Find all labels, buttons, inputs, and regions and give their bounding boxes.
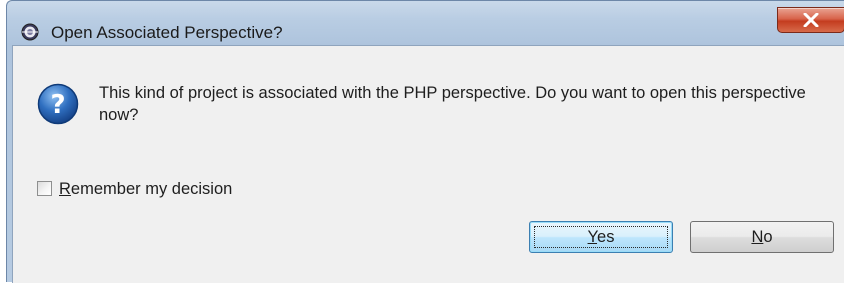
dialog-window: Open Associated Perspective? ? This kind… <box>6 0 844 283</box>
window-title: Open Associated Perspective? <box>51 23 283 42</box>
question-icon: ? <box>37 83 79 125</box>
mnemonic-r: R <box>59 180 71 198</box>
dialog-body: ? This kind of project is associated wit… <box>12 45 844 283</box>
title-bar[interactable]: Open Associated Perspective? <box>7 1 844 45</box>
eclipse-app-icon <box>21 23 39 41</box>
no-button[interactable]: No <box>690 221 834 253</box>
remember-decision-label[interactable]: Remember my decision <box>59 179 232 199</box>
svg-text:?: ? <box>50 90 65 120</box>
label-rest: emember my decision <box>70 180 233 198</box>
mnemonic-n: N <box>751 228 764 246</box>
close-button[interactable] <box>777 7 844 33</box>
yes-button[interactable]: Yes <box>529 221 673 253</box>
no-label-rest: o <box>763 228 773 246</box>
yes-label-rest: es <box>597 228 615 246</box>
dialog-message: This kind of project is associated with … <box>99 84 806 124</box>
close-icon <box>803 13 819 27</box>
checkbox-box[interactable] <box>37 181 52 196</box>
mnemonic-y: Y <box>587 228 598 246</box>
